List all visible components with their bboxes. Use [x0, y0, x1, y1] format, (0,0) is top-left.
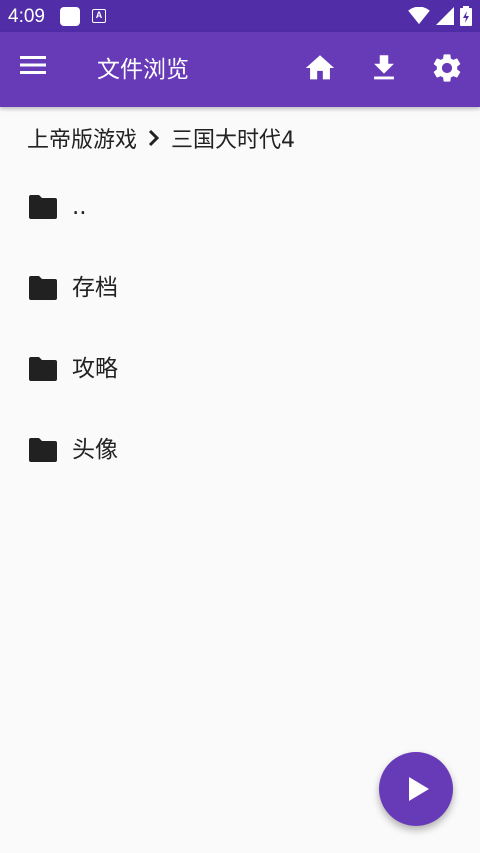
list-item[interactable]: .. [0, 168, 480, 249]
play-button[interactable] [379, 752, 453, 826]
download-button[interactable] [367, 51, 403, 87]
file-list: .. 存档 攻略 头像 [0, 168, 480, 492]
list-item[interactable]: 攻略 [0, 330, 480, 411]
wifi-icon [408, 7, 430, 25]
home-button[interactable] [303, 51, 339, 87]
folder-icon [29, 276, 57, 300]
settings-button[interactable] [430, 51, 466, 87]
list-item[interactable]: 头像 [0, 411, 480, 492]
home-icon [305, 55, 335, 80]
menu-button[interactable] [20, 54, 56, 86]
file-name: .. [72, 194, 87, 220]
chevron-right-icon [148, 129, 160, 147]
a-badge-icon: A [92, 9, 106, 23]
file-name: 头像 [72, 437, 118, 463]
hamburger-menu-icon [20, 56, 46, 74]
download-icon [374, 55, 394, 80]
breadcrumb-current[interactable]: 三国大时代4 [171, 122, 295, 154]
settings-icon [433, 54, 461, 82]
signal-icon [436, 7, 454, 25]
status-right-icons [408, 6, 472, 26]
app-bar: 文件浏览 [0, 32, 480, 107]
folder-icon [29, 357, 57, 381]
list-item[interactable]: 存档 [0, 249, 480, 330]
breadcrumb: 上帝版游戏 三国大时代4 [27, 122, 295, 154]
file-name: 存档 [72, 275, 118, 301]
folder-icon [29, 438, 57, 462]
app-title: 文件浏览 [97, 57, 189, 83]
status-bar: 4:09 A [0, 0, 480, 32]
notification-square-icon [60, 7, 80, 26]
folder-icon [29, 195, 57, 219]
play-icon [409, 777, 429, 801]
file-name: 攻略 [72, 356, 118, 382]
battery-icon [460, 6, 472, 26]
status-time: 4:09 [8, 6, 45, 27]
breadcrumb-parent[interactable]: 上帝版游戏 [27, 122, 137, 154]
